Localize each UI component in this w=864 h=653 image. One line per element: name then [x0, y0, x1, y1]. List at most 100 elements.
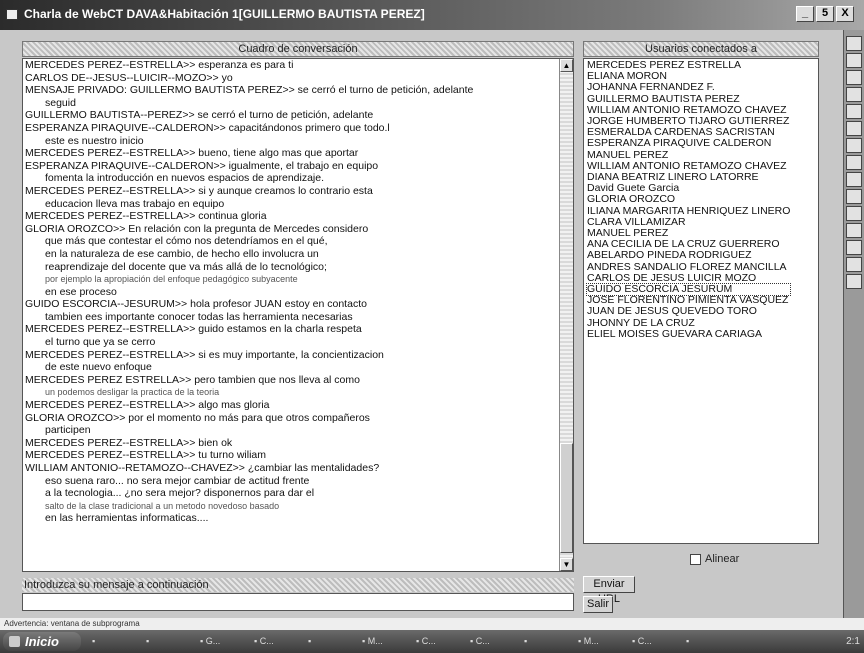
taskbar-task-button[interactable]: ▪ C... — [470, 633, 518, 650]
user-list-item[interactable]: JOHANNA FERNANDEZ F. — [587, 82, 790, 93]
side-toolbar-button[interactable] — [846, 121, 862, 136]
taskbar: Inicio ▪ ▪ ▪ G... ▪ C... ▪ ▪ M... ▪ C... ▪ C… — [0, 630, 864, 653]
user-list-item[interactable]: ABELARDO PINEDA RODRIGUEZ — [587, 250, 790, 261]
system-tray-clock[interactable]: 2:1 — [846, 633, 860, 650]
chat-line: seguid — [45, 96, 76, 109]
taskbar-task-button[interactable]: ▪ — [686, 633, 734, 650]
align-checkbox[interactable] — [690, 553, 701, 565]
chat-line: MERCEDES PEREZ--ESTRELLA>> bueno, tiene … — [25, 147, 359, 160]
chat-line: GUIDO ESCORCIA--JESURUM>> hola profesor … — [25, 298, 367, 311]
side-toolbar-button[interactable] — [846, 274, 862, 289]
window-title: Charla de WebCT DAVA&Habitación 1[GUILLE… — [24, 7, 425, 21]
side-toolbar-button[interactable] — [846, 53, 862, 68]
chat-line: ESPERANZA PIRAQUIVE--CALDERON>> capacitá… — [25, 121, 390, 134]
users-list: MERCEDES PEREZ ESTRELLA ELIANA MORON JOHAN… — [585, 59, 792, 340]
side-toolbar-button[interactable] — [846, 104, 862, 119]
chat-line: MERCEDES PEREZ--ESTRELLA>> tu turno wili… — [25, 449, 266, 462]
taskbar-task-button[interactable]: ▪ — [92, 633, 140, 650]
send-url-button[interactable]: Enviar URL — [583, 576, 635, 605]
status-bar: Advertencia: ventana de subprograma — [0, 618, 864, 630]
chat-line: CARLOS DE--JESUS--LUICIR--MOZO>> yo — [25, 71, 233, 84]
chat-line: en la naturaleza de ese cambio, de hecho… — [45, 247, 319, 260]
taskbar-task-button[interactable]: ▪ C... — [254, 633, 302, 650]
message-input-label: Introduzca su mensaje a continuación — [22, 578, 574, 592]
chat-line: MERCEDES PEREZ--ESTRELLA>> bien ok — [25, 436, 233, 449]
side-toolbar-button[interactable] — [846, 240, 862, 255]
side-toolbar-button[interactable] — [846, 36, 862, 51]
chat-line: el turno que ya se cerro — [45, 336, 156, 349]
side-toolbar-button[interactable] — [846, 172, 862, 187]
chat-line: WILLIAM ANTONIO--RETAMOZO--CHAVEZ>> ¿cam… — [25, 462, 380, 474]
side-toolbar-button[interactable] — [846, 257, 862, 272]
chat-line: de este nuevo enfoque — [45, 361, 152, 374]
chat-line: MERCEDES PEREZ--ESTRELLA>> si es muy imp… — [25, 348, 384, 361]
close-button[interactable]: X — [836, 6, 854, 22]
chat-line: MERCEDES PEREZ ESTRELLA>> pero tambien q… — [25, 373, 360, 386]
chat-line: este es nuestro inicio — [45, 134, 144, 147]
exit-button[interactable]: Salir — [583, 596, 613, 613]
taskbar-tasks: ▪ ▪ ▪ G... ▪ C... ▪ ▪ M... ▪ C... ▪ C... ▪ ▪ … — [92, 633, 734, 650]
chat-line: GLORIA OROZCO>> En relación con la pregu… — [25, 222, 369, 235]
chat-line: reaprendizaje del docente que va más all… — [45, 260, 327, 273]
side-toolbar-button[interactable] — [846, 206, 862, 221]
chat-line: a la tecnologia... ¿no sera mejor? dispo… — [45, 487, 315, 500]
side-toolbar-button[interactable] — [846, 87, 862, 102]
chat-line: ESPERANZA PIRAQUIVE--CALDERON>> igualmen… — [25, 159, 379, 172]
align-checkbox-label: Alinear — [705, 553, 740, 565]
taskbar-task-button[interactable]: ▪ G... — [200, 633, 248, 650]
window-controls: _ 5 X — [796, 6, 854, 22]
conversation-scrollbar[interactable]: ▲ ▼ — [559, 59, 573, 571]
align-option[interactable]: Alinear — [690, 553, 739, 565]
users-listbox[interactable]: MERCEDES PEREZ ESTRELLA ELIANA MORON JOHAN… — [583, 58, 819, 544]
conversation-lines: MERCEDES PEREZ--ESTRELLA>> esperanza es … — [25, 59, 557, 525]
user-list-item[interactable]: GLORIA OROZCO — [587, 194, 790, 205]
chat-line: educacion lleva mas trabajo en equipo — [45, 197, 225, 210]
chat-line: tambien ees importante conocer todas las… — [45, 310, 353, 323]
chat-line: salto de la clase tradicional a un metod… — [45, 500, 280, 511]
chat-line: MERCEDES PEREZ--ESTRELLA>> esperanza es … — [25, 59, 294, 71]
chat-line: MERCEDES PEREZ--ESTRELLA>> continua glor… — [25, 210, 267, 223]
scroll-thumb[interactable] — [560, 443, 573, 553]
chat-line: un podemos desligar la practica de la te… — [45, 387, 220, 398]
taskbar-task-button[interactable]: ▪ M... — [578, 633, 626, 650]
chat-line: en las herramientas informaticas.... — [45, 512, 209, 525]
users-header: Usuarios conectados a — [583, 41, 819, 57]
user-list-item[interactable]: ESPERANZA PIRAQUIVE CALDERON — [587, 138, 790, 149]
minimize-button[interactable]: _ — [796, 6, 814, 22]
side-toolbar — [843, 30, 864, 618]
chat-line: participen — [45, 424, 91, 437]
start-button[interactable]: Inicio — [3, 632, 81, 651]
restore-button[interactable]: 5 — [816, 6, 834, 22]
title-bar[interactable]: Charla de WebCT DAVA&Habitación 1[GUILLE… — [0, 0, 864, 30]
user-list-item[interactable]: JUAN DE JESUS QUEVEDO TORO — [587, 306, 790, 317]
chat-line: GUILLERMO BAUTISTA--PEREZ>> se cerró el … — [25, 109, 374, 122]
taskbar-task-button[interactable]: ▪ — [146, 633, 194, 650]
taskbar-task-button[interactable]: ▪ — [308, 633, 356, 650]
chat-header: Cuadro de conversación — [22, 41, 574, 57]
app-icon — [6, 9, 18, 20]
chat-line: MERCEDES PEREZ--ESTRELLA>> algo mas glor… — [25, 399, 270, 412]
chat-line: MENSAJE PRIVADO: GUILLERMO BAUTISTA PERE… — [25, 84, 474, 97]
taskbar-task-button[interactable]: ▪ C... — [632, 633, 680, 650]
chat-line: por ejemplo la apropiación del enfoque p… — [45, 274, 298, 285]
chat-line: MERCEDES PEREZ--ESTRELLA>> guido estamos… — [25, 323, 362, 336]
start-label: Inicio — [25, 634, 59, 649]
scroll-down-button[interactable]: ▼ — [560, 558, 573, 571]
conversation-box[interactable]: MERCEDES PEREZ--ESTRELLA>> esperanza es … — [22, 58, 574, 572]
side-toolbar-button[interactable] — [846, 189, 862, 204]
chat-line: GLORIA OROZCO>> por el momento no más pa… — [25, 411, 370, 424]
chat-line: que más que contestar el cómo nos detend… — [45, 235, 328, 248]
chat-line: MERCEDES PEREZ--ESTRELLA>> si y aunque c… — [25, 184, 373, 197]
chat-line: en ese proceso — [45, 285, 117, 298]
side-toolbar-button[interactable] — [846, 155, 862, 170]
taskbar-task-button[interactable]: ▪ M... — [362, 633, 410, 650]
side-toolbar-button[interactable] — [846, 223, 862, 238]
side-toolbar-button[interactable] — [846, 70, 862, 85]
scroll-up-button[interactable]: ▲ — [560, 59, 573, 72]
taskbar-task-button[interactable]: ▪ — [524, 633, 572, 650]
user-list-item[interactable]: ELIEL MOISES GUEVARA CARIAGA — [587, 328, 790, 340]
taskbar-task-button[interactable]: ▪ C... — [416, 633, 464, 650]
message-input[interactable] — [22, 593, 574, 611]
side-toolbar-button[interactable] — [846, 138, 862, 153]
chat-line: fomenta la introducción en nuevos espaci… — [45, 172, 325, 185]
